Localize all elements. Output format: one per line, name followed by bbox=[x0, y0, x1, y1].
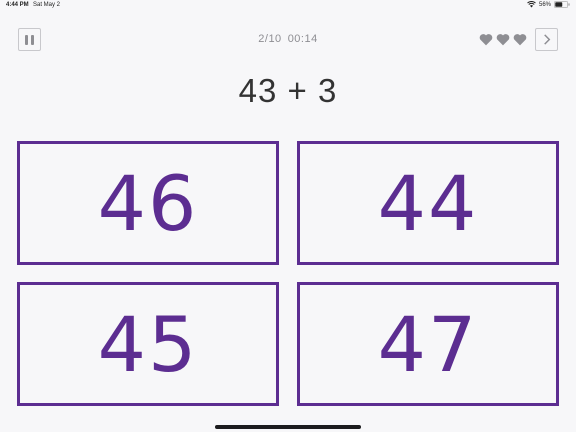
status-indicators: 56% bbox=[527, 1, 570, 8]
battery-percent: 56% bbox=[538, 1, 551, 8]
question-text: 43 + 3 bbox=[238, 72, 338, 109]
status-bar: 4:44 PM Sat May 2 56% bbox=[0, 0, 576, 12]
lives-indicator bbox=[479, 33, 527, 46]
chevron-right-icon bbox=[543, 34, 550, 45]
answer-option-label: 44 bbox=[377, 158, 479, 248]
answer-option-button[interactable]: 47 bbox=[297, 282, 559, 406]
answer-option-button[interactable]: 46 bbox=[17, 141, 279, 265]
answer-option-label: 46 bbox=[97, 158, 199, 248]
answer-option-label: 47 bbox=[377, 299, 479, 389]
heart-icon bbox=[496, 34, 510, 46]
timer: 00:14 bbox=[287, 33, 318, 45]
battery-icon bbox=[554, 1, 570, 8]
wifi-icon bbox=[527, 1, 536, 8]
answer-option-button[interactable]: 44 bbox=[297, 141, 559, 265]
status-date: Sat May 2 bbox=[33, 2, 61, 8]
heart-icon bbox=[513, 34, 527, 46]
home-indicator[interactable] bbox=[215, 425, 361, 429]
status-time: 4:44 PM bbox=[6, 2, 29, 8]
answer-option-button[interactable]: 45 bbox=[17, 282, 279, 406]
heart-icon bbox=[479, 34, 493, 46]
question-counter: 2/10 bbox=[258, 33, 282, 45]
next-button[interactable] bbox=[535, 28, 558, 51]
answer-option-label: 45 bbox=[97, 299, 199, 389]
